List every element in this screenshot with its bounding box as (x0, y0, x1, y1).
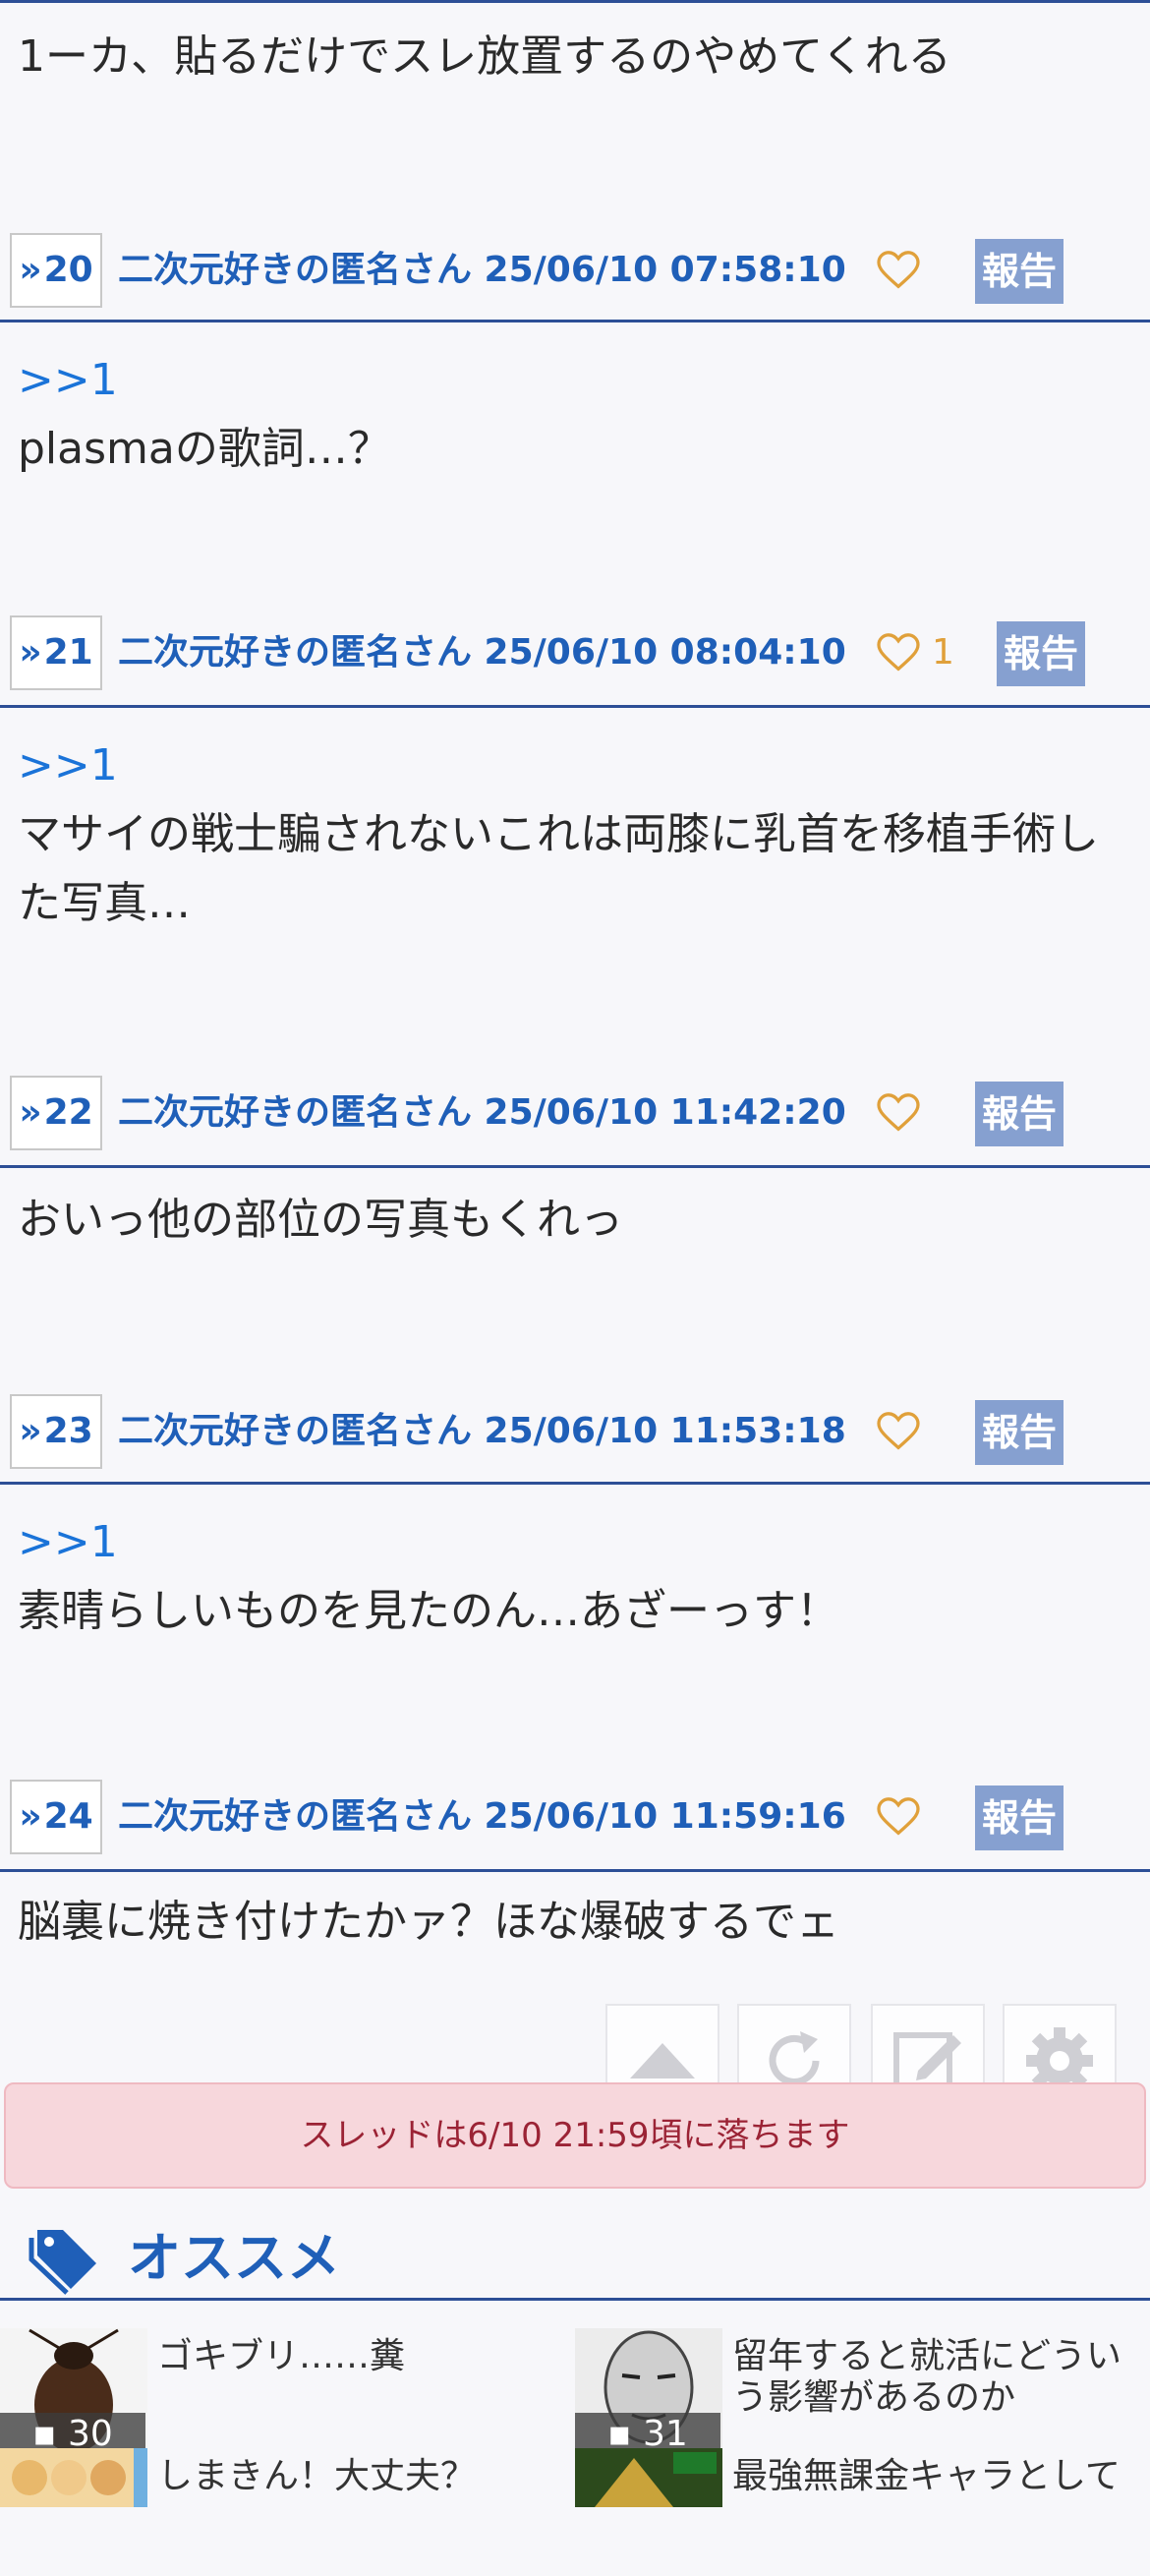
post-24-body: 脳裏に焼き付けたかァ？ほな爆破するでェ (18, 1888, 1121, 1957)
game-thumbnail (575, 2448, 722, 2507)
reply-anchor-link[interactable]: >>1 (18, 732, 1121, 800)
recommend-header: オススメ (0, 2216, 1150, 2301)
recommend-title: オススメ (128, 2227, 340, 2289)
reply-anchor-link[interactable]: >>1 (18, 1508, 1121, 1577)
post-meta: »20 二次元好きの匿名さん 25/06/10 07:58:10 報告 (0, 233, 1150, 316)
post-body: >>1 マサイの戦士騙されないこれは両膝に乳首を移植手術した写真… (18, 732, 1121, 938)
author-line: 二次元好きの匿名さん 25/06/10 08:04:10 (118, 632, 846, 673)
thumbnail-image: ▪ 31 (575, 2328, 722, 2456)
res-number: 20 (43, 250, 93, 290)
like-count: 1 (932, 632, 954, 673)
recommend-item-title: しまきん！大丈夫？ (157, 2456, 477, 2496)
post-text: マサイの戦士騙されないこれは両膝に乳首を移植手術した写真… (18, 809, 1099, 928)
post-text: 素晴らしいものを見たのん…あざーっす！ (18, 1586, 839, 1636)
heart-icon[interactable] (877, 1412, 920, 1451)
recommend-item[interactable]: ▪ 30 ゴキブリ……糞 (0, 2328, 575, 2456)
thumbnail-image (0, 2448, 147, 2507)
author-line: 二次元好きの匿名さん 25/06/10 07:58:10 (118, 250, 846, 290)
recommend-item[interactable]: しまきん！大丈夫？ (0, 2448, 575, 2576)
post-body: >>1 plasmaの歌詞…？ (18, 346, 1121, 484)
report-button[interactable]: 報告 (975, 239, 1064, 304)
tag-icon (29, 2230, 96, 2295)
post-meta: »21 二次元好きの匿名さん 25/06/10 08:04:10 1 報告 (0, 615, 1150, 698)
res-number-button[interactable]: »24 (10, 1780, 102, 1854)
res-number-button[interactable]: »20 (10, 233, 102, 308)
res-number: 22 (43, 1092, 93, 1133)
recommend-item-title: ゴキブリ……糞 (157, 2336, 406, 2376)
recommend-item-title: 留年すると就活にどういう影響があるのか (732, 2336, 1122, 2418)
res-number: 21 (43, 632, 93, 673)
heart-icon[interactable] (877, 251, 920, 290)
post-21: >>1 マサイの戦士騙されないこれは両膝に乳首を移植手術した写真… »22 二次… (0, 708, 1150, 1168)
heart-icon[interactable] (877, 1797, 920, 1837)
thread-page: 1ーカ、貼るだけでスレ放置するのやめてくれる »20 二次元好きの匿名さん 25… (0, 0, 1150, 2507)
post-22: おいっ他の部位の写真もくれっ »23 二次元好きの匿名さん 25/06/10 1… (0, 1168, 1150, 1485)
post-body: >>1 素晴らしいものを見たのん…あざーっす！ (18, 1508, 1121, 1646)
res-number: 23 (43, 1411, 93, 1451)
thumbnail-image (575, 2448, 722, 2507)
report-button[interactable]: 報告 (975, 1786, 1064, 1850)
post-19: 1ーカ、貼るだけでスレ放置するのやめてくれる »20 二次元好きの匿名さん 25… (0, 0, 1150, 322)
post-text: 脳裏に焼き付けたかァ？ほな爆破するでェ (18, 1897, 839, 1947)
report-button[interactable]: 報告 (997, 621, 1085, 686)
post-body: おいっ他の部位の写真もくれっ (18, 1186, 1121, 1255)
post-23: >>1 素晴らしいものを見たのん…あざーっす！ »24 二次元好きの匿名さん 2… (0, 1485, 1150, 1872)
recommend-item[interactable]: 最強無課金キャラとして (575, 2448, 1150, 2576)
report-button[interactable]: 報告 (975, 1082, 1064, 1146)
res-number-button[interactable]: »22 (10, 1076, 102, 1150)
res-number-button[interactable]: »23 (10, 1394, 102, 1469)
thread-expiry-notice: スレッドは6/10 21:59頃に落ちます (4, 2082, 1146, 2189)
post-meta: »23 二次元好きの匿名さん 25/06/10 11:53:18 報告 (0, 1394, 1150, 1477)
post-body: 1ーカ、貼るだけでスレ放置するのやめてくれる (18, 23, 1121, 91)
res-number-button[interactable]: »21 (10, 615, 102, 690)
author-line: 二次元好きの匿名さん 25/06/10 11:53:18 (118, 1411, 846, 1451)
thumbnail-image: ▪ 30 (0, 2328, 147, 2456)
heart-icon[interactable] (877, 633, 920, 673)
post-text: plasmaの歌詞…？ (18, 424, 391, 474)
post-meta: »22 二次元好きの匿名さん 25/06/10 11:42:20 報告 (0, 1076, 1150, 1158)
reply-anchor-link[interactable]: >>1 (18, 346, 1121, 415)
author-line: 二次元好きの匿名さん 25/06/10 11:42:20 (118, 1092, 846, 1133)
anime-thumbnail (0, 2448, 147, 2507)
heart-icon[interactable] (877, 1093, 920, 1133)
recommend-item-title: 最強無課金キャラとして (732, 2456, 1121, 2496)
post-20: >>1 plasmaの歌詞…？ »21 二次元好きの匿名さん 25/06/10 … (0, 322, 1150, 708)
post-meta: »24 二次元好きの匿名さん 25/06/10 11:59:16 報告 (0, 1780, 1150, 1862)
res-number: 24 (43, 1796, 93, 1837)
recommend-item[interactable]: ▪ 31 留年すると就活にどういう影響があるのか (575, 2328, 1150, 2456)
post-text: 1ーカ、貼るだけでスレ放置するのやめてくれる (18, 31, 951, 82)
post-text: おいっ他の部位の写真もくれっ (18, 1195, 623, 1245)
author-line: 二次元好きの匿名さん 25/06/10 11:59:16 (118, 1796, 846, 1837)
report-button[interactable]: 報告 (975, 1400, 1064, 1465)
triangle-up-icon (630, 2043, 695, 2078)
